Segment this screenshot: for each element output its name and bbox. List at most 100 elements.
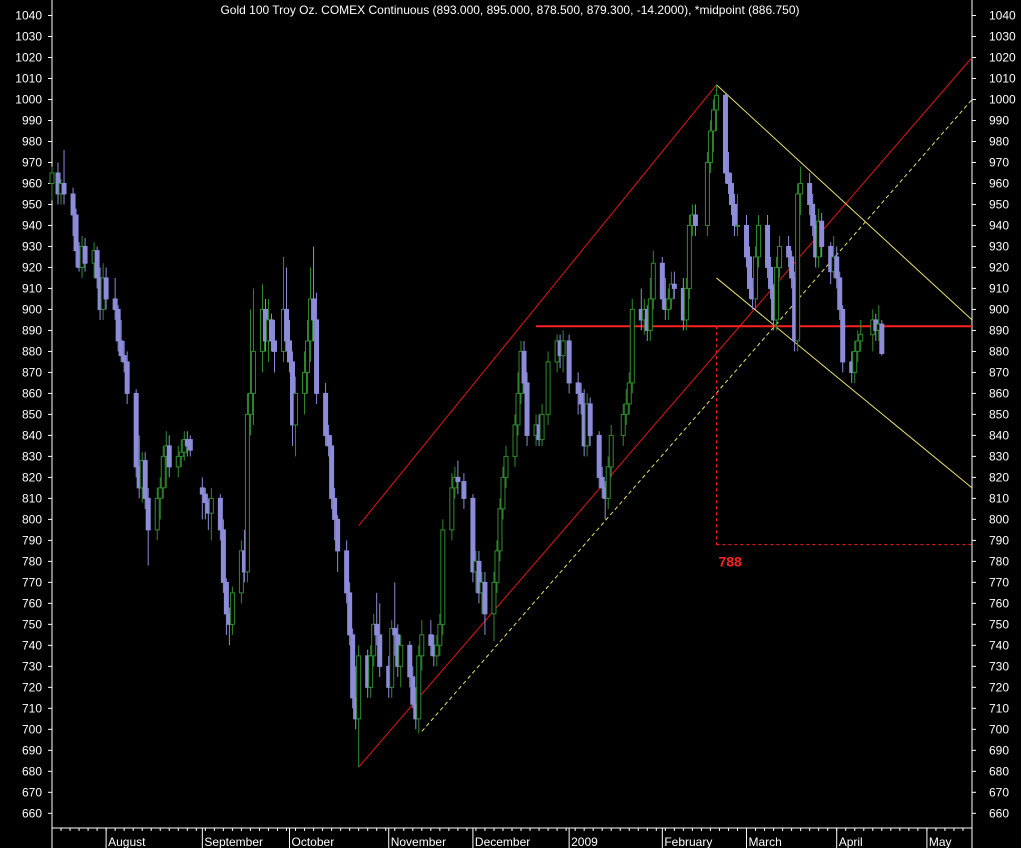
candle-body bbox=[840, 308, 846, 363]
candle-body bbox=[175, 455, 181, 468]
candle-body bbox=[744, 224, 750, 258]
candle-body bbox=[434, 644, 440, 657]
y-tick-label-right: 700 bbox=[989, 722, 1009, 736]
candle-body bbox=[819, 220, 825, 247]
candle-body bbox=[223, 581, 229, 615]
y-tick-label-right: 960 bbox=[989, 176, 1009, 190]
candle bbox=[524, 372, 530, 446]
candle-body bbox=[217, 497, 223, 531]
y-tick-label-left: 840 bbox=[22, 428, 42, 442]
candle bbox=[545, 351, 551, 425]
chart: 660 660 670 670 680 680 690 690 700 700 710 710 720 7… bbox=[0, 0, 1021, 848]
candle bbox=[629, 298, 635, 394]
candle-body bbox=[728, 182, 734, 205]
y-tick-label-left: 830 bbox=[22, 449, 42, 463]
y-tick-label-left: 680 bbox=[22, 764, 42, 778]
y-tick-label-left: 940 bbox=[22, 218, 42, 232]
y-tick-label-right: 790 bbox=[989, 533, 1009, 547]
candle-body bbox=[350, 634, 356, 699]
candle bbox=[840, 305, 846, 373]
candle-body bbox=[789, 256, 795, 279]
y-tick-label-right: 870 bbox=[989, 365, 1009, 379]
y-tick-label-left: 730 bbox=[22, 659, 42, 673]
candle-body bbox=[199, 487, 205, 495]
candle-body bbox=[323, 392, 329, 436]
y-tick-label-left: 930 bbox=[22, 239, 42, 253]
y-tick-label-right: 850 bbox=[989, 407, 1009, 421]
candle-body bbox=[753, 256, 759, 300]
y-tick-label-right: 1040 bbox=[989, 8, 1016, 22]
y-tick-label-left: 890 bbox=[22, 323, 42, 337]
y-tick-label-right: 820 bbox=[989, 470, 1009, 484]
candle-body bbox=[494, 550, 500, 583]
y-tick-label-left: 880 bbox=[22, 344, 42, 358]
candle-body bbox=[407, 644, 413, 678]
candle-body bbox=[112, 298, 118, 310]
candle-body bbox=[768, 266, 774, 289]
candle-body bbox=[734, 224, 740, 227]
y-tick-label-right: 680 bbox=[989, 764, 1009, 778]
y-tick-label-right: 1000 bbox=[989, 92, 1016, 106]
y-tick-label-left: 1000 bbox=[15, 92, 42, 106]
candle-body bbox=[521, 350, 527, 384]
y-tick-label-left: 980 bbox=[22, 134, 42, 148]
y-tick-label-right: 720 bbox=[989, 680, 1009, 694]
y-tick-label-right: 1010 bbox=[989, 71, 1016, 85]
candle-body bbox=[428, 634, 434, 646]
candle-body bbox=[398, 644, 404, 667]
candle-body bbox=[578, 392, 584, 405]
y-tick-label-left: 1020 bbox=[15, 50, 42, 64]
candle bbox=[350, 628, 356, 709]
candle-body bbox=[374, 623, 380, 636]
y-tick-label-left: 920 bbox=[22, 260, 42, 274]
y-tick-label-left: 950 bbox=[22, 197, 42, 211]
candle bbox=[133, 389, 139, 478]
candle-body bbox=[545, 361, 551, 415]
candle-body bbox=[440, 529, 446, 625]
y-tick-label-right: 990 bbox=[989, 113, 1009, 127]
candle bbox=[220, 519, 226, 593]
y-tick-label-left: 1030 bbox=[15, 29, 42, 43]
candle-body bbox=[356, 655, 362, 720]
candle-body bbox=[284, 308, 290, 342]
candle-body bbox=[587, 403, 593, 436]
candle bbox=[329, 435, 335, 509]
candle-body bbox=[326, 434, 332, 447]
y-tick-label-left: 720 bbox=[22, 680, 42, 694]
candle-body bbox=[178, 451, 184, 457]
y-tick-label-left: 800 bbox=[22, 512, 42, 526]
candle-body bbox=[202, 493, 208, 504]
y-tick-label-left: 960 bbox=[22, 176, 42, 190]
y-tick-label-right: 810 bbox=[989, 491, 1009, 505]
candle-body bbox=[491, 581, 497, 615]
y-tick-label-right: 800 bbox=[989, 512, 1009, 526]
x-tick-label: September bbox=[204, 835, 263, 848]
candle bbox=[774, 256, 780, 331]
x-tick-label: August bbox=[108, 835, 146, 848]
candle-body bbox=[605, 466, 611, 499]
candle bbox=[722, 93, 728, 184]
candle-body bbox=[707, 130, 713, 163]
candle-body bbox=[94, 250, 100, 279]
y-tick-label-left: 860 bbox=[22, 386, 42, 400]
candle-body bbox=[810, 203, 816, 226]
y-tick-label-left: 710 bbox=[22, 701, 42, 715]
candle-body bbox=[713, 94, 719, 111]
candle-body bbox=[515, 392, 521, 426]
candle-body bbox=[115, 308, 121, 342]
y-tick-label-right: 970 bbox=[989, 155, 1009, 169]
candle-body bbox=[626, 382, 632, 405]
candle-body bbox=[623, 403, 629, 415]
candle-body bbox=[344, 550, 350, 594]
y-tick-label-right: 930 bbox=[989, 239, 1009, 253]
candle-body bbox=[747, 256, 753, 289]
candle-body bbox=[807, 182, 813, 205]
y-tick-label-left: 740 bbox=[22, 638, 42, 652]
candle-body bbox=[187, 439, 193, 451]
candle-body bbox=[777, 245, 783, 268]
candle-body bbox=[311, 298, 317, 321]
candle-body bbox=[482, 581, 488, 615]
candle-body bbox=[449, 487, 455, 531]
candle-body bbox=[437, 623, 443, 646]
candle-body bbox=[166, 445, 172, 468]
